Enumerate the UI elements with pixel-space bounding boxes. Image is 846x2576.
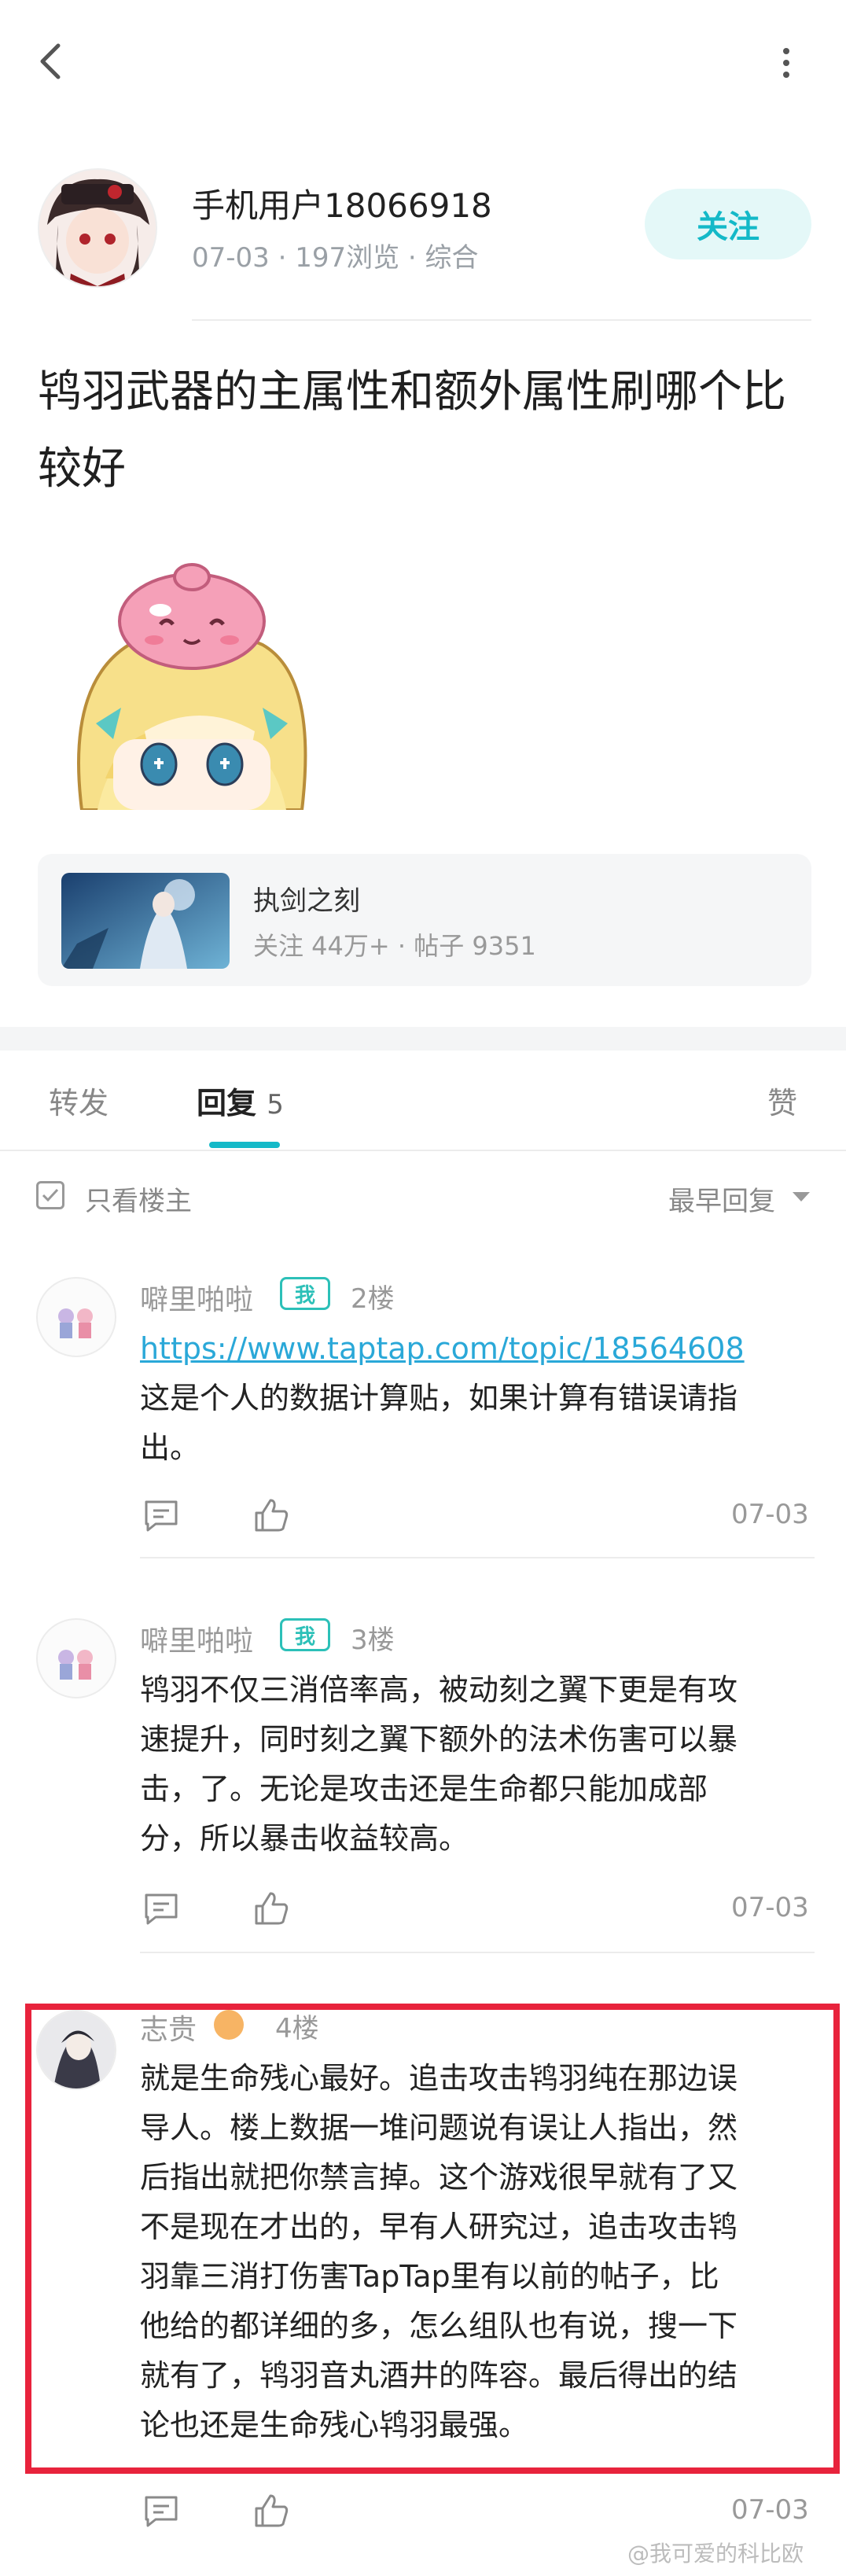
post-meta: 07-03 · 197浏览 · 综合 bbox=[192, 242, 479, 274]
only-op-label[interactable]: 只看楼主 bbox=[85, 1179, 192, 1218]
like-icon[interactable] bbox=[253, 1890, 289, 1925]
topic-thumbnail bbox=[61, 873, 230, 969]
like-icon[interactable] bbox=[253, 2493, 289, 2527]
comment-body: https://www.taptap.com/topic/18564608 这是… bbox=[140, 1324, 808, 1473]
tab-repost[interactable]: 转发 bbox=[49, 1079, 109, 1122]
more-icon[interactable] bbox=[771, 46, 802, 80]
floor-number: 3楼 bbox=[351, 1625, 395, 1656]
author-avatar[interactable] bbox=[38, 168, 157, 288]
highlight-box bbox=[25, 2004, 840, 2474]
topic-name[interactable]: 执剑之刻 bbox=[253, 879, 360, 918]
tab-indicator bbox=[209, 1142, 280, 1148]
tab-replies[interactable]: 回复 5 bbox=[197, 1079, 284, 1122]
back-icon[interactable] bbox=[31, 41, 72, 82]
commenter-name[interactable]: 噼里啪啦 bbox=[140, 1618, 253, 1659]
tab-replies-count: 5 bbox=[267, 1089, 284, 1121]
comment-line: 分，所以暴击收益较高。 bbox=[140, 1821, 469, 1856]
comment-line: 鸨羽不仅三消倍率高，被动刻之翼下更是有攻 bbox=[140, 1673, 738, 1707]
comment-line: 出。 bbox=[140, 1430, 200, 1465]
section-separator bbox=[0, 1027, 846, 1051]
comment-icon[interactable] bbox=[143, 1499, 179, 1533]
divider bbox=[0, 1150, 846, 1151]
comment-date: 07-03 bbox=[731, 2494, 809, 2526]
only-op-checkbox[interactable] bbox=[36, 1181, 64, 1209]
divider bbox=[140, 1557, 815, 1558]
comment-icon[interactable] bbox=[143, 2494, 179, 2529]
sort-dropdown[interactable]: 最早回复 bbox=[668, 1179, 775, 1218]
comment-line: 击，了。无论是攻击还是生命都只能加成部 bbox=[140, 1772, 708, 1806]
commenter-avatar[interactable] bbox=[36, 1277, 116, 1357]
comment-line: 速提升，同时刻之翼下额外的法术伤害可以暴 bbox=[140, 1722, 738, 1757]
comment-date: 07-03 bbox=[731, 1499, 809, 1530]
like-icon[interactable] bbox=[253, 1497, 289, 1532]
me-badge: 我 bbox=[280, 1618, 330, 1651]
watermark: @我可爱的科比欧 bbox=[627, 2541, 804, 2567]
tab-replies-label: 回复 bbox=[197, 1086, 257, 1121]
divider bbox=[140, 1952, 815, 1953]
comment-body: 鸨羽不仅三消倍率高，被动刻之翼下更是有攻 速提升，同时刻之翼下额外的法术伤害可以… bbox=[140, 1665, 808, 1864]
commenter-avatar[interactable] bbox=[36, 1618, 116, 1698]
commenter-name[interactable]: 噼里啪啦 bbox=[140, 1277, 253, 1318]
comment-date: 07-03 bbox=[731, 1892, 809, 1923]
author-name[interactable]: 手机用户18066918 bbox=[192, 179, 492, 227]
divider bbox=[192, 319, 811, 321]
follow-button[interactable]: 关注 bbox=[645, 189, 811, 259]
floor-number: 2楼 bbox=[351, 1283, 395, 1315]
comment-line: 这是个人的数据计算贴，如果计算有错误请指 bbox=[140, 1381, 738, 1415]
comment-link[interactable]: https://www.taptap.com/topic/18564608 bbox=[140, 1324, 808, 1374]
topic-stats: 关注 44万+ · 帖子 9351 bbox=[253, 931, 536, 961]
comment-icon[interactable] bbox=[143, 1892, 179, 1926]
sticker-image[interactable] bbox=[66, 543, 318, 810]
me-badge: 我 bbox=[280, 1277, 330, 1310]
tab-likes[interactable]: 赞 bbox=[767, 1079, 797, 1122]
caret-down-icon[interactable] bbox=[793, 1192, 810, 1202]
post-title: 鸨羽武器的主属性和额外属性刷哪个比较好 bbox=[38, 366, 786, 495]
